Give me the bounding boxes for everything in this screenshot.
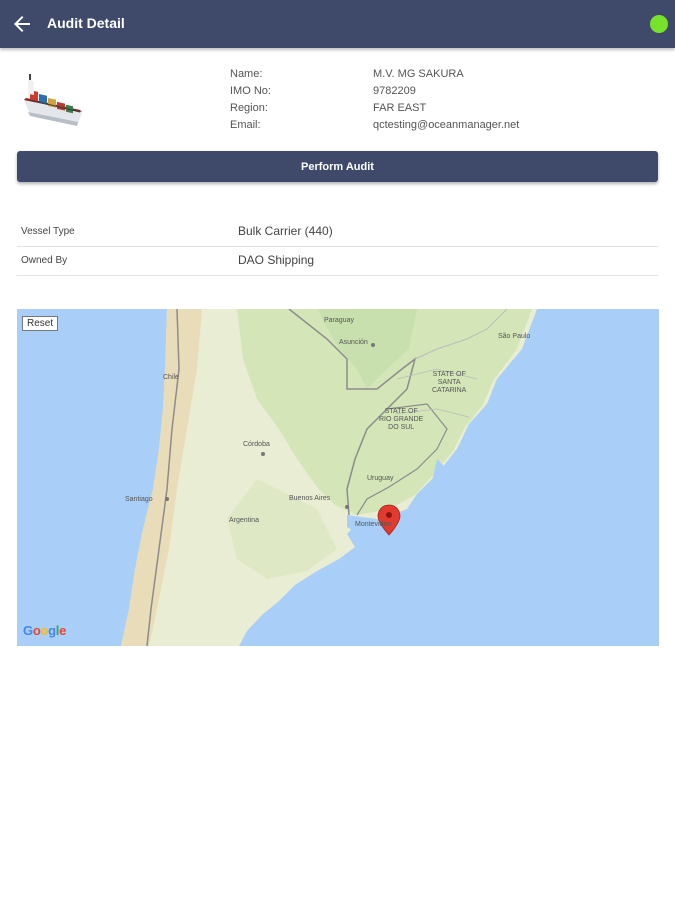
map-label-montevideo: Montevideo [355,521,392,528]
location-pin-icon[interactable] [377,504,401,536]
detail-value: Bulk Carrier (440) [238,224,333,238]
detail-label: Vessel Type [21,226,75,237]
app-bar: Audit Detail [0,0,675,48]
google-logo-letter: g [48,623,56,638]
map-label-rio-grande: STATE OF RIO GRANDE DO SUL [379,408,424,431]
detail-value: DAO Shipping [238,253,315,267]
back-button[interactable] [10,12,34,36]
status-indicator [650,15,668,33]
arrow-left-icon [14,16,30,32]
info-row-name: Name: M.V. MG SAKURA [230,68,650,85]
google-logo: Google [23,623,66,638]
info-label: Name: [230,68,263,80]
info-row-imo: IMO No: 9782209 [230,85,650,102]
map-label-paraguay: Paraguay [324,317,354,324]
info-value: qctesting@oceanmanager.net [373,119,520,131]
detail-row-owned-by: Owned By DAO Shipping [17,247,658,276]
map-reset-button[interactable]: Reset [22,316,59,331]
map-label-argentina: Argentina [229,517,259,524]
map-label-uruguay: Uruguay [367,475,394,482]
map-canvas[interactable] [17,309,659,646]
map-label-asuncion: Asunción [339,339,368,346]
perform-audit-button[interactable]: Perform Audit [17,151,658,182]
map-label-chile: Chile [163,374,179,381]
info-label: Region: [230,102,268,114]
map-label-santiago: Santiago [125,496,153,503]
info-label: Email: [230,119,261,131]
vessel-info: Name: M.V. MG SAKURA IMO No: 9782209 Reg… [230,68,650,136]
google-logo-letter: e [59,623,67,638]
map-label-buenos-aires: Buenos Aires [289,495,331,502]
info-row-region: Region: FAR EAST [230,102,650,119]
detail-label: Owned By [21,255,68,266]
map-label-santa-catarina: STATE OF SANTA CATARINA [432,371,467,394]
info-value: 9782209 [373,85,416,97]
google-logo-letter: G [23,623,33,638]
map-label-sao-paulo: São Paulo [498,333,531,340]
info-value: FAR EAST [373,102,427,114]
info-value: M.V. MG SAKURA [373,68,464,80]
vessel-details-table: Vessel Type Bulk Carrier (440) Owned By … [17,218,658,276]
vessel-image [24,74,82,126]
google-logo-letter: o [40,623,49,638]
info-label: IMO No: [230,85,271,97]
vessel-location-map[interactable]: Paraguay Asunción São Paulo Chile STATE … [17,309,659,646]
page-title: Audit Detail [47,15,125,31]
info-row-email: Email: qctesting@oceanmanager.net [230,119,650,136]
map-label-cordoba: Córdoba [243,441,270,448]
detail-row-vessel-type: Vessel Type Bulk Carrier (440) [17,218,658,247]
